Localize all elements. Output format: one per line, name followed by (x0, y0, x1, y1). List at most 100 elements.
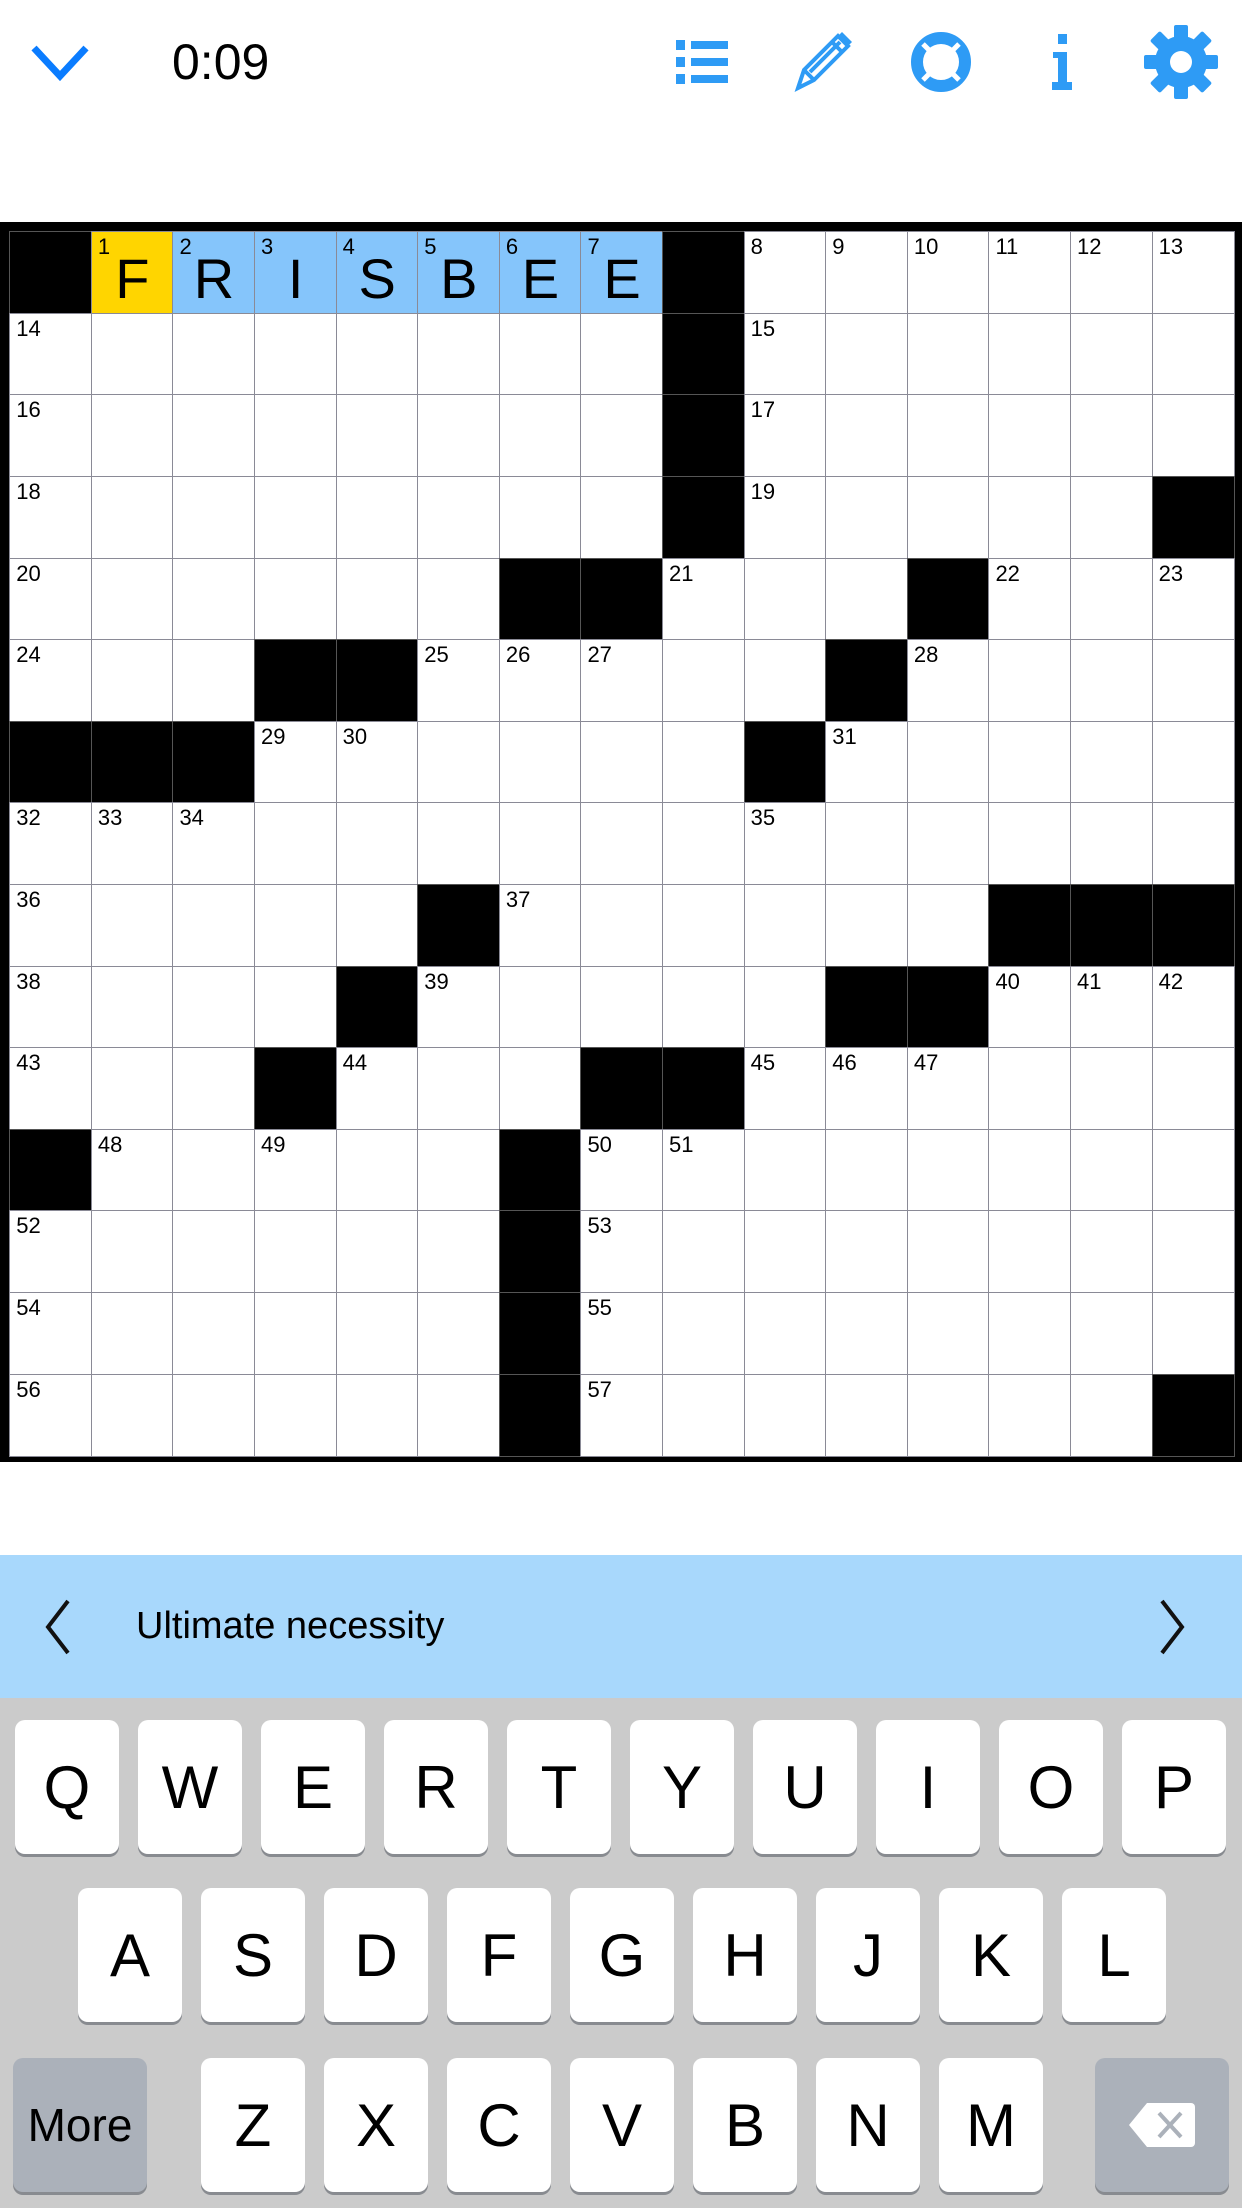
grid-cell[interactable]: 32 (9, 802, 93, 886)
grid-cell[interactable]: 37 (498, 884, 582, 968)
grid-cell[interactable] (172, 312, 256, 396)
grid-cell[interactable] (498, 965, 582, 1049)
grid-cell[interactable] (335, 394, 419, 478)
grid-cell[interactable]: 16 (9, 394, 93, 478)
grid-cell[interactable] (743, 965, 827, 1049)
grid-cell[interactable] (825, 476, 909, 560)
grid-cell[interactable] (988, 1292, 1072, 1376)
key-w[interactable]: W (138, 1720, 242, 1854)
grid-cell[interactable]: 18 (9, 476, 93, 560)
key-l[interactable]: L (1062, 1888, 1166, 2022)
grid-cell[interactable] (662, 1210, 746, 1294)
grid-cell[interactable] (825, 557, 909, 641)
grid-cell[interactable]: 25 (417, 639, 501, 723)
key-q[interactable]: Q (15, 1720, 119, 1854)
key-c[interactable]: C (447, 2058, 551, 2192)
clue-bar[interactable]: Ultimate necessity (0, 1555, 1242, 1698)
list-icon[interactable] (664, 24, 740, 100)
grid-cell[interactable] (662, 1292, 746, 1376)
key-k[interactable]: K (939, 1888, 1043, 2022)
grid-cell[interactable] (1070, 802, 1154, 886)
key-z[interactable]: Z (201, 2058, 305, 2192)
grid-cell[interactable] (90, 312, 174, 396)
grid-cell-selected[interactable]: 1F (90, 231, 174, 315)
grid-cell[interactable]: 36 (9, 884, 93, 968)
grid-cell[interactable] (335, 312, 419, 396)
grid-cell[interactable] (90, 1210, 174, 1294)
grid-cell[interactable]: 11 (988, 231, 1072, 315)
grid-cell[interactable] (417, 720, 501, 804)
grid-cell[interactable] (254, 557, 338, 641)
grid-cell[interactable] (90, 1047, 174, 1131)
grid-cell[interactable]: 42 (1151, 965, 1235, 1049)
chevron-left-icon[interactable] (38, 1595, 98, 1659)
grid-cell[interactable] (1070, 639, 1154, 723)
grid-cell[interactable] (662, 1373, 746, 1457)
grid-cell[interactable] (498, 394, 582, 478)
grid-cell[interactable] (172, 884, 256, 968)
grid-cell[interactable] (254, 394, 338, 478)
grid-cell[interactable] (90, 884, 174, 968)
grid-cell[interactable] (335, 557, 419, 641)
grid-cell[interactable] (1070, 1373, 1154, 1457)
grid-cell[interactable] (335, 884, 419, 968)
grid-cell[interactable] (417, 476, 501, 560)
grid-cell[interactable] (825, 394, 909, 478)
grid-cell[interactable] (743, 639, 827, 723)
chevron-right-icon[interactable] (1152, 1595, 1212, 1659)
grid-cell[interactable] (172, 476, 256, 560)
grid-cell[interactable] (417, 1047, 501, 1131)
grid-cell[interactable]: 3I (254, 231, 338, 315)
grid-cell[interactable] (906, 1373, 990, 1457)
grid-cell[interactable] (254, 1292, 338, 1376)
grid-cell[interactable] (90, 965, 174, 1049)
grid-cell[interactable] (172, 1047, 256, 1131)
grid-cell[interactable]: 26 (498, 639, 582, 723)
grid-cell[interactable] (1151, 1047, 1235, 1131)
key-r[interactable]: R (384, 1720, 488, 1854)
grid-cell[interactable]: 34 (172, 802, 256, 886)
key-g[interactable]: G (570, 1888, 674, 2022)
grid-cell[interactable]: 24 (9, 639, 93, 723)
grid-cell[interactable] (254, 884, 338, 968)
grid-cell[interactable]: 27 (580, 639, 664, 723)
grid-cell[interactable] (172, 1292, 256, 1376)
key-d[interactable]: D (324, 1888, 428, 2022)
grid-cell[interactable] (825, 1210, 909, 1294)
key-t[interactable]: T (507, 1720, 611, 1854)
pencil-icon[interactable] (784, 24, 860, 100)
key-o[interactable]: O (999, 1720, 1103, 1854)
grid-cell[interactable]: 4S (335, 231, 419, 315)
grid-cell[interactable] (1151, 802, 1235, 886)
grid-cell[interactable] (335, 1128, 419, 1212)
grid-cell[interactable] (743, 1128, 827, 1212)
grid-cell[interactable]: 7E (580, 231, 664, 315)
grid-cell[interactable]: 22 (988, 557, 1072, 641)
grid-cell[interactable] (172, 394, 256, 478)
grid-cell[interactable] (90, 1292, 174, 1376)
grid-cell[interactable] (172, 1210, 256, 1294)
grid-cell[interactable]: 28 (906, 639, 990, 723)
grid-cell[interactable] (906, 802, 990, 886)
grid-cell[interactable] (580, 394, 664, 478)
grid-cell[interactable]: 21 (662, 557, 746, 641)
grid-cell[interactable] (172, 1373, 256, 1457)
grid-cell[interactable] (1070, 312, 1154, 396)
grid-cell[interactable] (825, 1373, 909, 1457)
grid-cell[interactable] (906, 1210, 990, 1294)
grid-cell[interactable]: 56 (9, 1373, 93, 1457)
grid-cell[interactable]: 54 (9, 1292, 93, 1376)
grid-cell[interactable] (906, 720, 990, 804)
key-f[interactable]: F (447, 1888, 551, 2022)
grid-cell[interactable] (1151, 720, 1235, 804)
grid-cell[interactable]: 23 (1151, 557, 1235, 641)
grid-cell[interactable] (580, 476, 664, 560)
grid-cell[interactable] (1070, 476, 1154, 560)
grid-cell[interactable]: 19 (743, 476, 827, 560)
grid-cell[interactable] (743, 884, 827, 968)
grid-cell[interactable]: 44 (335, 1047, 419, 1131)
grid-cell[interactable]: 15 (743, 312, 827, 396)
grid-cell[interactable]: 51 (662, 1128, 746, 1212)
grid-cell[interactable] (906, 394, 990, 478)
grid-cell[interactable] (1151, 1292, 1235, 1376)
